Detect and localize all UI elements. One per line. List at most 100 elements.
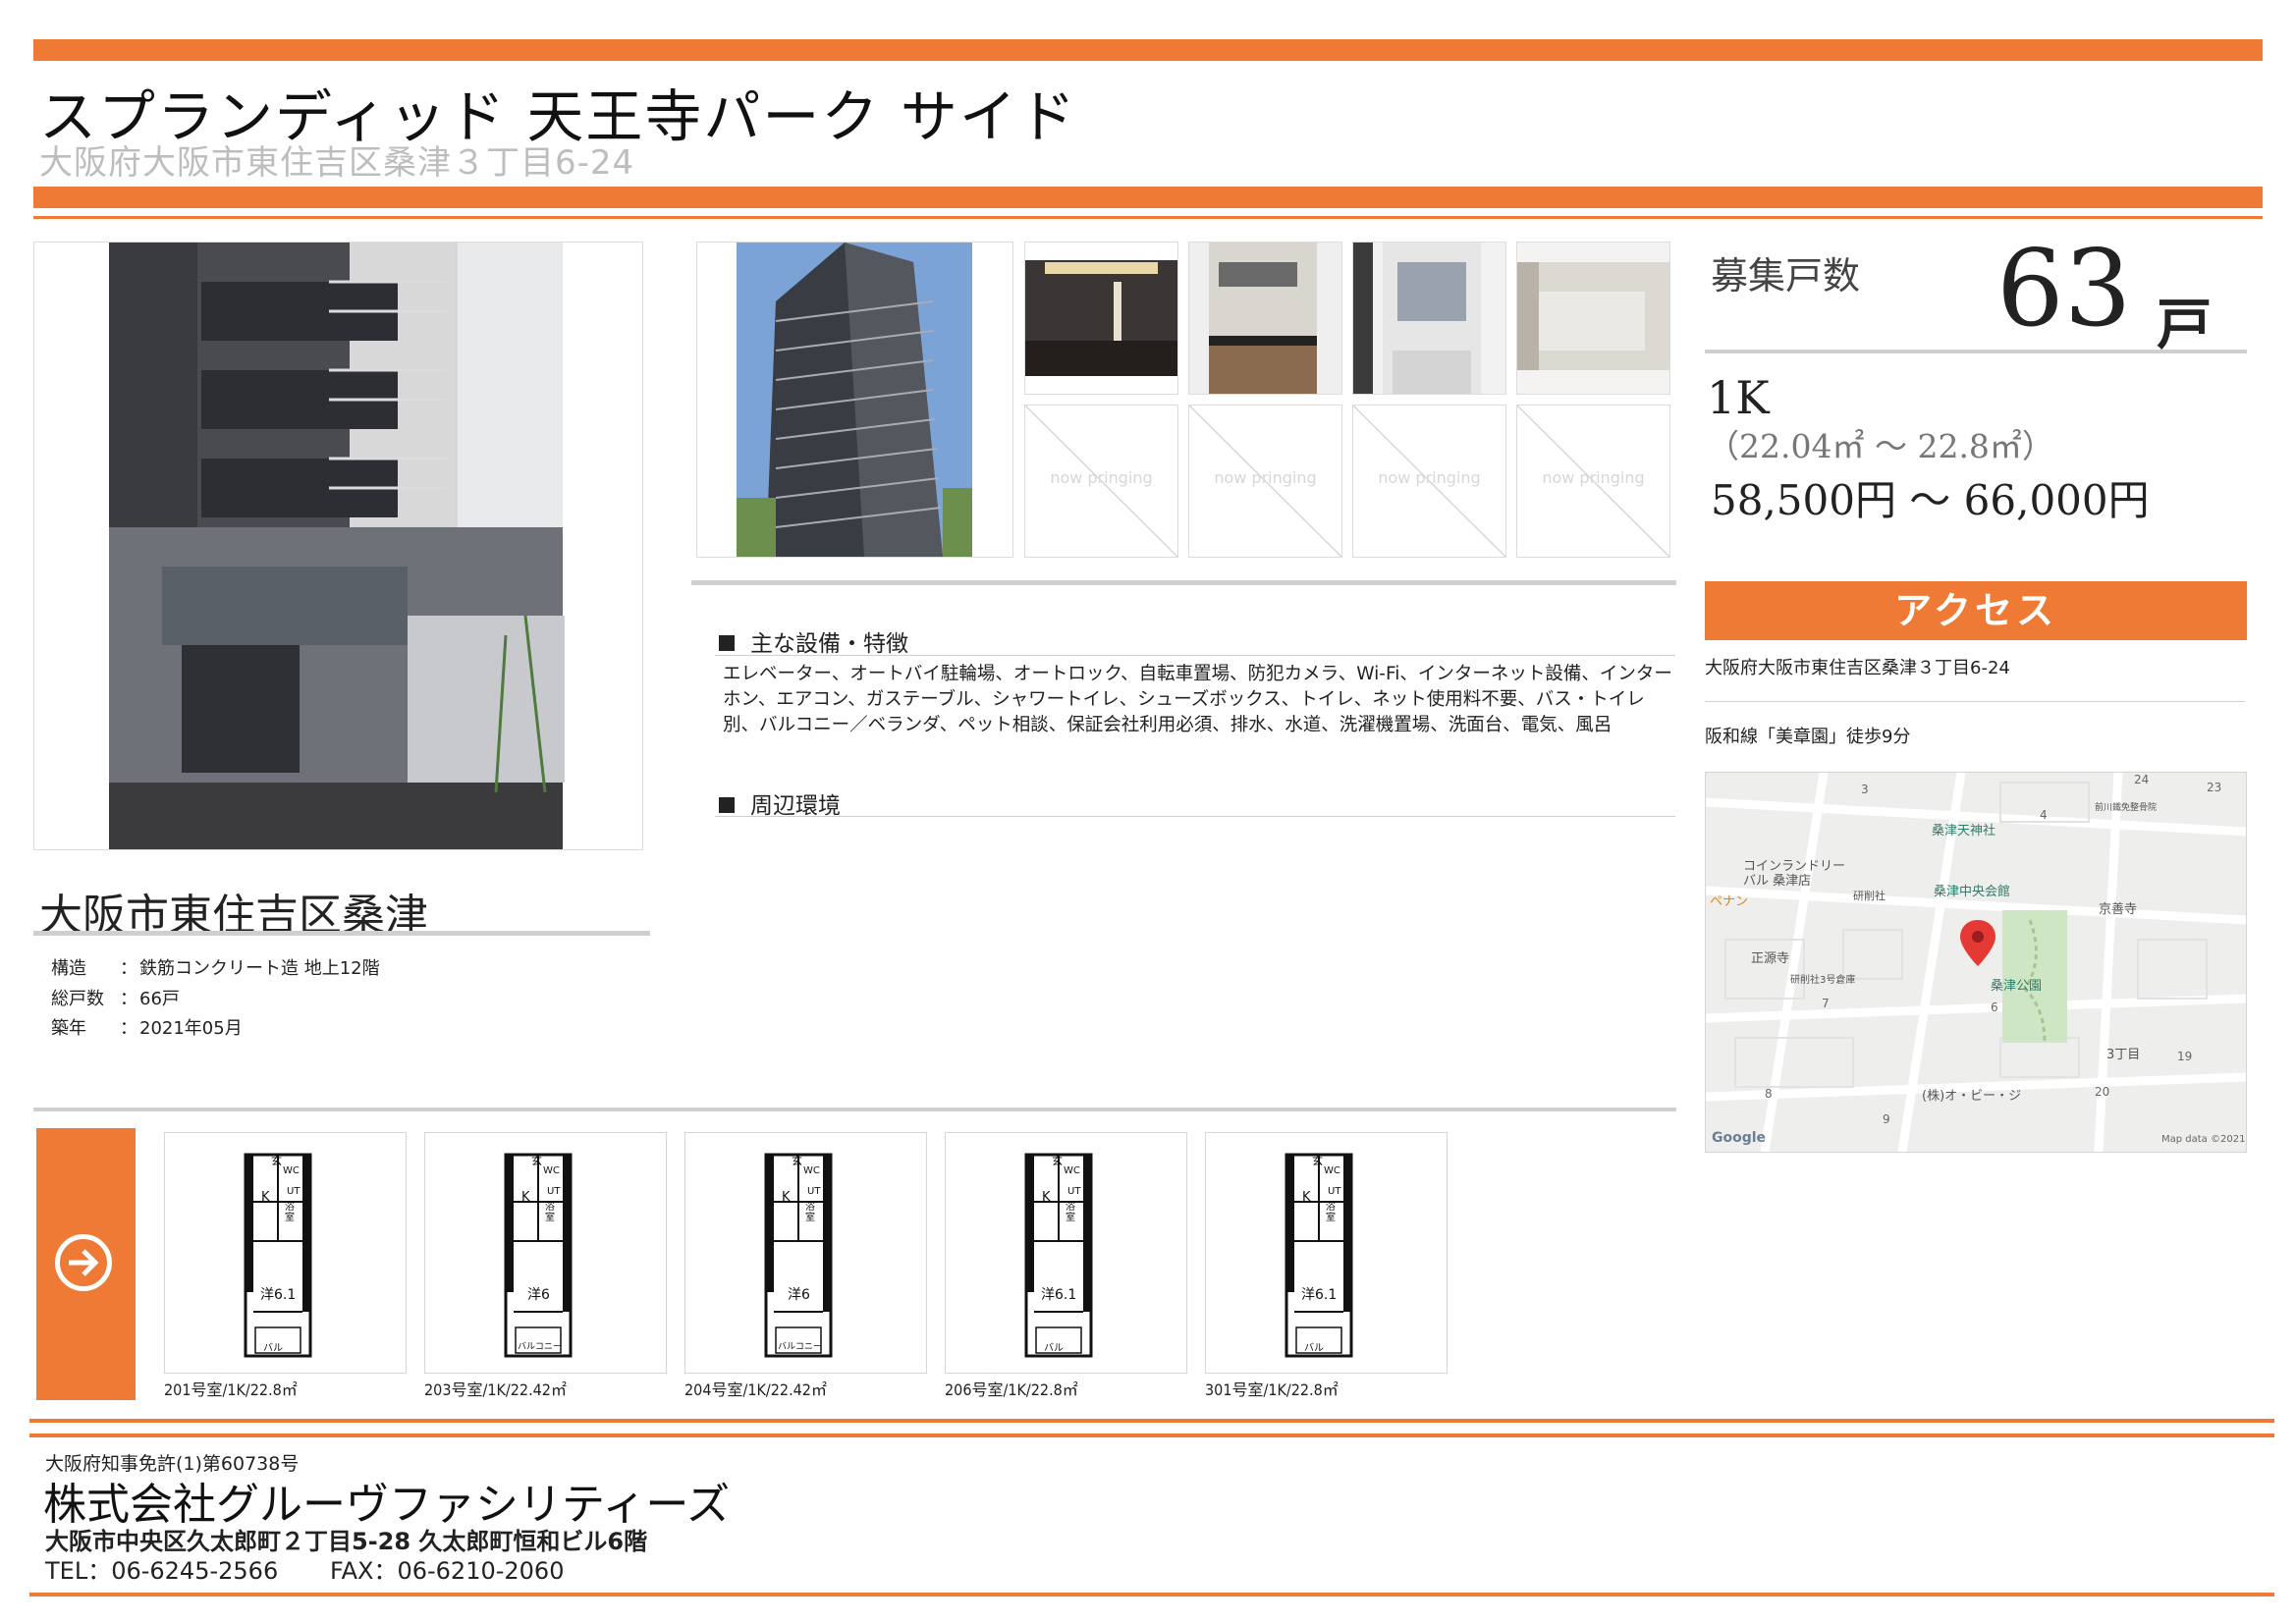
info-sep: ：: [120, 958, 137, 979]
map-label: 研削社: [1853, 890, 1886, 902]
footer-bottom-line: [29, 1593, 2274, 1596]
living-room-image: [1025, 243, 1177, 394]
recruit-unit: 戸: [2157, 294, 2212, 357]
map-label: 正源寺: [1751, 951, 1790, 966]
floorplan-card[interactable]: 玄 WC UT K 浴室 洋6 バルコニー: [684, 1132, 927, 1374]
map-label: 研削社3号倉庫: [1790, 975, 1856, 986]
floorplan-top-rule: [33, 1108, 1676, 1111]
fp-kitchen-label: K: [1042, 1190, 1051, 1205]
map-attribution: Map data ©2021: [2161, 1134, 2246, 1145]
map-block-number: 6: [1991, 1001, 1998, 1014]
recruit-count: 63: [1996, 228, 2132, 351]
placeholder-text: now pringing: [1378, 468, 1481, 487]
recruit-label: 募集戸数: [1711, 254, 1861, 298]
fp-balcony-label: バル: [263, 1343, 283, 1354]
map-block-number: 9: [1883, 1112, 1890, 1126]
fp-room-label: 洋6: [527, 1287, 550, 1303]
map-label: 桑津天神社: [1932, 824, 1996, 839]
fp-ut-label: UT: [807, 1186, 821, 1197]
info-built-year: 築年 ： 2021年05月: [51, 1014, 243, 1040]
bullet-square-icon: [719, 635, 735, 651]
info-label: 総戸数: [51, 989, 104, 1009]
thumb-bathroom[interactable]: [1516, 242, 1670, 395]
rent-range: 58,500円 ～ 66,000円: [1711, 476, 2150, 524]
thumb-placeholder: now pringing: [1516, 405, 1670, 558]
footer-second-line: [29, 1434, 2274, 1437]
fp-entry-label: 玄: [1052, 1155, 1063, 1167]
fp-ut-label: UT: [287, 1186, 301, 1197]
floorplan-card[interactable]: 玄 WC UT K 浴室 洋6.1 バル: [945, 1132, 1187, 1374]
region-rule: [33, 931, 650, 936]
company-fax: FAX：06-6210-2060: [330, 1557, 565, 1585]
placeholder-text: now pringing: [1050, 468, 1153, 487]
recruit-rule: [1705, 350, 2247, 353]
layout-type: 1K: [1707, 371, 1770, 424]
access-rule: [1705, 701, 2245, 702]
access-address: 大阪府大阪市東住吉区桑津３丁目6-24: [1705, 658, 2010, 678]
fp-kitchen-label: K: [782, 1190, 791, 1205]
fp-ut-label: UT: [1328, 1186, 1341, 1197]
floorplan-card[interactable]: 玄 WC UT K 浴室 洋6.1 バル: [164, 1132, 407, 1374]
thumb-placeholder: now pringing: [1188, 405, 1342, 558]
fp-ut-label: UT: [547, 1186, 561, 1197]
fp-bath-label: 浴室: [1326, 1202, 1336, 1223]
info-label: 構造: [51, 958, 86, 979]
surroundings-heading: 周辺環境: [719, 786, 841, 820]
map-block-number: 8: [1765, 1087, 1773, 1101]
info-total-units: 総戸数 ： 66戸: [51, 985, 180, 1010]
footer-top-line: [29, 1419, 2274, 1423]
fp-entry-label: 玄: [792, 1155, 802, 1167]
map-label: 桑津中央会館: [1934, 885, 2011, 899]
floorplan-caption: 301号室/1K/22.8㎡: [1205, 1380, 1339, 1399]
access-map[interactable]: コインランドリー バル 桑津店 研削社 桑津天神社 桑津中央会館 京善寺 ペナン…: [1705, 772, 2247, 1153]
map-block-number: 19: [2177, 1050, 2193, 1063]
fp-room-label: 洋6: [788, 1287, 810, 1303]
fp-entry-label: 玄: [1312, 1155, 1323, 1167]
arrow-right-icon: [55, 1234, 112, 1291]
fp-balcony-label: バル: [1044, 1343, 1064, 1354]
fp-balcony-label: バル: [1304, 1343, 1324, 1354]
floorplan-nav-button[interactable]: [36, 1128, 136, 1400]
map-label: 前川鐵免整骨院: [2095, 803, 2158, 813]
fp-room-label: 洋6.1: [260, 1287, 297, 1303]
property-address: 大阪府大阪市東住吉区桑津３丁目6-24: [39, 143, 635, 183]
features-heading-text: 主な設備・特徴: [750, 631, 908, 657]
fp-ut-label: UT: [1067, 1186, 1081, 1197]
fp-wc-label: WC: [1324, 1165, 1340, 1176]
floorplan-card[interactable]: 玄 WC UT K 浴室 洋6 バルコニー: [424, 1132, 667, 1374]
features-heading: 主な設備・特徴: [719, 624, 908, 658]
info-value: 66戸: [139, 989, 180, 1009]
fp-wc-label: WC: [283, 1165, 300, 1176]
top-accent-bar: [33, 39, 2263, 61]
fp-wc-label: WC: [1064, 1165, 1080, 1176]
floorplan-card[interactable]: 玄 WC UT K 浴室 洋6.1 バル: [1205, 1132, 1448, 1374]
map-block-number: 7: [1822, 997, 1830, 1010]
thumb-living-room[interactable]: [1024, 242, 1178, 395]
fp-balcony-label: バルコニー: [778, 1342, 822, 1352]
google-logo: Google: [1712, 1130, 1767, 1146]
building-exterior-photo: [696, 242, 1013, 558]
floorplan-caption: 204号室/1K/22.42㎡: [684, 1380, 827, 1399]
washroom-image: [1353, 243, 1505, 394]
features-top-rule: [691, 580, 1676, 585]
fp-bath-label: 浴室: [805, 1202, 815, 1223]
map-block-number: 23: [2207, 781, 2222, 794]
map-label: 桑津公園: [1991, 979, 2043, 994]
fp-kitchen-label: K: [521, 1190, 530, 1205]
info-label: 築年: [51, 1018, 86, 1039]
fp-balcony-label: バルコニー: [518, 1342, 562, 1352]
thumb-washroom[interactable]: [1352, 242, 1506, 395]
map-block-number: 24: [2134, 773, 2150, 786]
map-block-number: 20: [2095, 1085, 2110, 1099]
floorplan-caption: 201号室/1K/22.8㎡: [164, 1380, 298, 1399]
area-range: （22.04㎡ ～ 22.8㎡）: [1707, 427, 2054, 465]
map-block-number: 3: [1861, 783, 1869, 796]
map-label: (株)オ・ビー・ジ: [1922, 1089, 2022, 1104]
thumb-kitchen[interactable]: [1188, 242, 1342, 395]
thumb-placeholder: now pringing: [1024, 405, 1178, 558]
fp-kitchen-label: K: [261, 1190, 270, 1205]
bullet-square-icon: [719, 797, 735, 813]
tower-photo-image: [697, 243, 1012, 557]
header-thin-line: [33, 216, 2263, 219]
company-tel: TEL：06-6245-2566: [45, 1557, 279, 1585]
